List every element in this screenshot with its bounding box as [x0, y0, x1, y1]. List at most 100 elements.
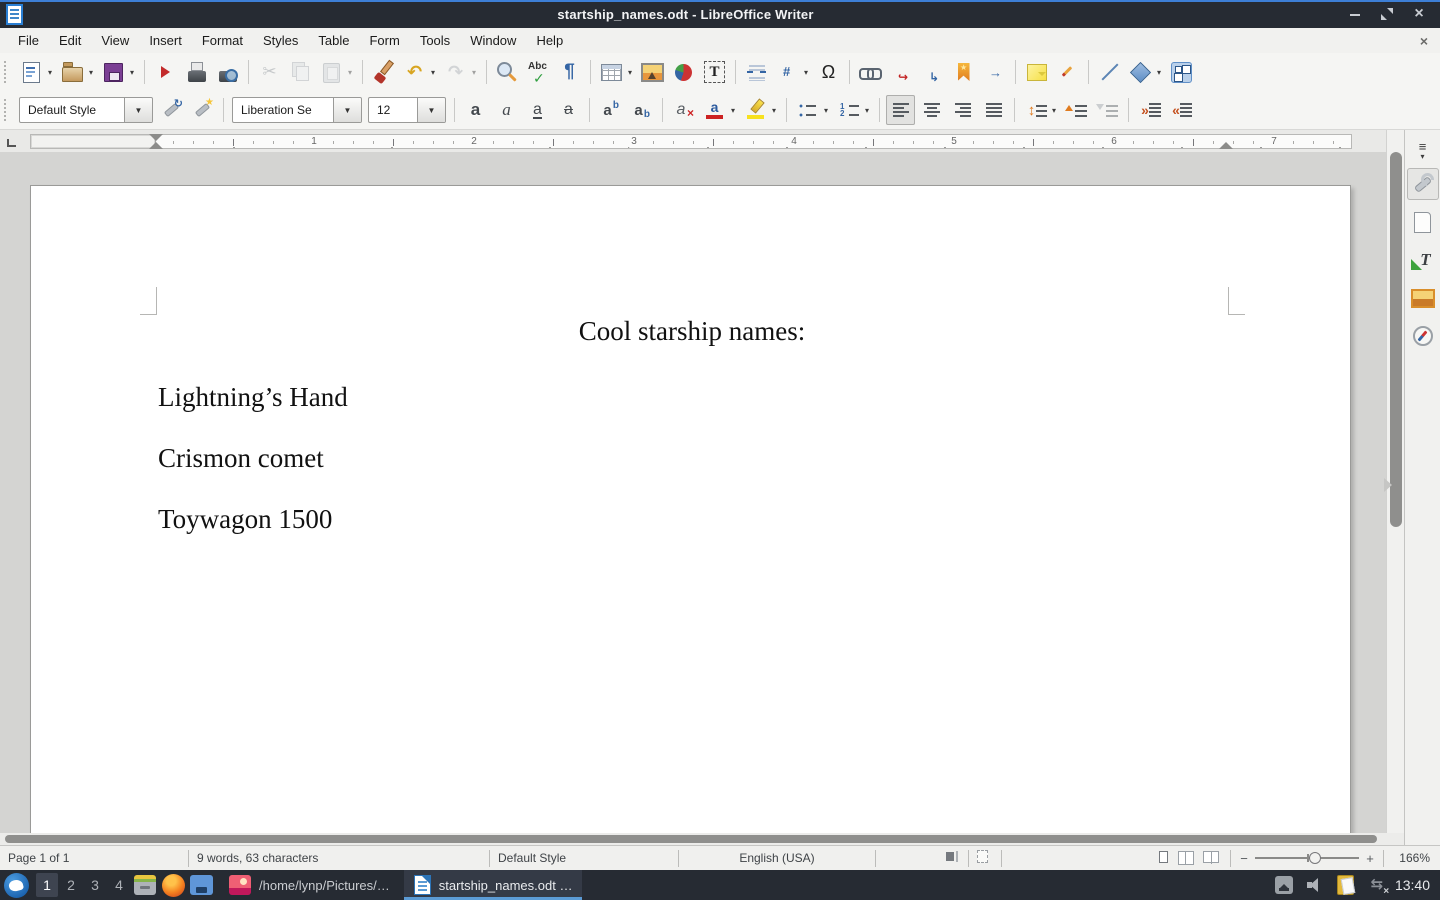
line-spacing-dropdown-arrow[interactable]: ▾ — [1049, 106, 1059, 115]
decrease-indent-button[interactable] — [1166, 95, 1195, 125]
horizontal-scrollbar[interactable] — [0, 833, 1404, 845]
zoom-percentage[interactable]: 166% — [1384, 851, 1440, 865]
insert-image-button[interactable] — [638, 57, 667, 87]
insert-mode-icon[interactable] — [946, 851, 960, 862]
paste-button[interactable]: ▾ — [317, 57, 356, 87]
workspace-1[interactable]: 1 — [36, 873, 58, 897]
page-break-button[interactable] — [742, 57, 771, 87]
bullet-list-button[interactable]: ▾ — [793, 95, 832, 125]
numbered-list-dropdown-arrow[interactable]: ▾ — [862, 106, 872, 115]
menu-format[interactable]: Format — [192, 30, 253, 51]
document-paragraph[interactable]: Toywagon 1500 — [158, 504, 332, 535]
menu-form[interactable]: Form — [359, 30, 409, 51]
zoom-in-icon[interactable]: + — [1365, 851, 1375, 866]
clone-formatting-button[interactable] — [369, 57, 398, 87]
bold-button[interactable] — [461, 95, 490, 125]
paragraph-style-dropdown-arrow[interactable]: ▼ — [124, 98, 152, 122]
track-changes-button[interactable] — [1053, 57, 1082, 87]
new-document-dropdown-arrow[interactable]: ▾ — [45, 68, 55, 77]
document-paragraph[interactable]: Lightning’s Hand — [158, 382, 348, 413]
align-right-button[interactable] — [948, 95, 977, 125]
taskbar-window-button[interactable]: /home/lynp/Pictures/… — [219, 870, 400, 900]
menu-view[interactable]: View — [91, 30, 139, 51]
font-size-dropdown-arrow[interactable]: ▼ — [417, 98, 445, 122]
bullet-list-dropdown-arrow[interactable]: ▾ — [821, 106, 831, 115]
spelling-button[interactable] — [524, 57, 553, 87]
menu-styles[interactable]: Styles — [253, 30, 308, 51]
increase-indent-button[interactable] — [1135, 95, 1164, 125]
right-indent-marker[interactable] — [1219, 142, 1233, 149]
workspace-3[interactable]: 3 — [84, 873, 106, 897]
close-document-icon[interactable]: × — [1420, 33, 1428, 49]
insert-line-button[interactable] — [1095, 57, 1124, 87]
book-view-icon[interactable] — [1203, 851, 1219, 863]
volume-icon[interactable] — [1306, 876, 1324, 894]
new-style-button[interactable] — [188, 95, 217, 125]
print-preview-button[interactable] — [213, 57, 242, 87]
redo-button[interactable]: ▾ — [441, 57, 480, 87]
strikethrough-button[interactable] — [554, 95, 583, 125]
first-line-indent-marker[interactable] — [149, 134, 163, 141]
insert-field-button[interactable]: ▾ — [773, 57, 812, 87]
document-paragraph[interactable]: Crismon comet — [158, 443, 324, 474]
left-indent-marker[interactable] — [149, 142, 163, 149]
launcher-app-window[interactable] — [187, 870, 215, 900]
numbered-list-button[interactable]: ▾ — [834, 95, 873, 125]
redo-dropdown-arrow[interactable]: ▾ — [469, 68, 479, 77]
basic-shapes-dropdown-arrow[interactable]: ▾ — [1154, 68, 1164, 77]
para-space-decrease-button[interactable] — [1093, 95, 1122, 125]
menu-window[interactable]: Window — [460, 30, 526, 51]
restore-button[interactable] — [1380, 7, 1394, 21]
removable-media-icon[interactable] — [1275, 876, 1293, 894]
status-page-number[interactable]: Page 1 of 1 — [0, 851, 188, 865]
horizontal-scrollbar-thumb[interactable] — [5, 835, 1377, 843]
undo-button[interactable]: ▾ — [400, 57, 439, 87]
launcher-firefox[interactable] — [159, 870, 187, 900]
superscript-button[interactable] — [596, 95, 625, 125]
align-justify-button[interactable] — [979, 95, 1008, 125]
cross-reference-button[interactable] — [980, 57, 1009, 87]
save-button[interactable]: ▾ — [99, 57, 138, 87]
document-area[interactable]: Cool starship names: Lightning’s HandCri… — [0, 152, 1386, 833]
sidebar-tab-properties[interactable] — [1407, 168, 1439, 200]
save-dropdown-arrow[interactable]: ▾ — [127, 68, 137, 77]
zoom-slider-thumb[interactable] — [1309, 852, 1321, 864]
paragraph-style-combo[interactable]: Default Style▼ — [19, 97, 153, 123]
print-button[interactable] — [182, 57, 211, 87]
insert-chart-button[interactable] — [669, 57, 698, 87]
clear-formatting-button[interactable] — [669, 95, 698, 125]
status-word-count[interactable]: 9 words, 63 characters — [189, 851, 489, 865]
insert-text-box-button[interactable] — [700, 57, 729, 87]
multi-page-view-icon[interactable] — [1178, 851, 1194, 863]
insert-footnote-button[interactable] — [887, 57, 916, 87]
subscript-button[interactable] — [627, 95, 656, 125]
clock[interactable]: 13:40 — [1395, 877, 1430, 893]
vertical-scrollbar-thumb[interactable] — [1390, 152, 1402, 527]
launcher-file-manager[interactable] — [131, 870, 159, 900]
workspace-4[interactable]: 4 — [108, 873, 130, 897]
undo-dropdown-arrow[interactable]: ▾ — [428, 68, 438, 77]
network-offline-icon[interactable] — [1367, 876, 1387, 894]
ruler[interactable]: 1234567 — [0, 130, 1386, 152]
update-style-button[interactable] — [157, 95, 186, 125]
underline-button[interactable] — [523, 95, 552, 125]
export-pdf-button[interactable] — [151, 57, 180, 87]
toolbar-grip[interactable] — [4, 61, 11, 83]
menu-insert[interactable]: Insert — [139, 30, 192, 51]
minimize-button[interactable] — [1348, 7, 1362, 21]
sidebar-settings-icon[interactable]: ≡▾ — [1419, 142, 1427, 162]
insert-endnote-button[interactable] — [918, 57, 947, 87]
italic-button[interactable] — [492, 95, 521, 125]
menu-file[interactable]: File — [8, 30, 49, 51]
font-color-button[interactable]: ▾ — [700, 95, 739, 125]
sidebar-tab-styles[interactable] — [1407, 244, 1439, 276]
zoom-slider[interactable] — [1255, 851, 1359, 865]
single-page-view-icon[interactable] — [1159, 851, 1168, 863]
open-dropdown-arrow[interactable]: ▾ — [86, 68, 96, 77]
workspace-2[interactable]: 2 — [60, 873, 82, 897]
sidebar-tab-navigator[interactable] — [1407, 320, 1439, 352]
insert-table-dropdown-arrow[interactable]: ▾ — [625, 68, 635, 77]
new-document-button[interactable]: ▾ — [17, 57, 56, 87]
highlight-color-button[interactable]: ▾ — [741, 95, 780, 125]
tab-stop-selector-icon[interactable] — [7, 139, 16, 147]
